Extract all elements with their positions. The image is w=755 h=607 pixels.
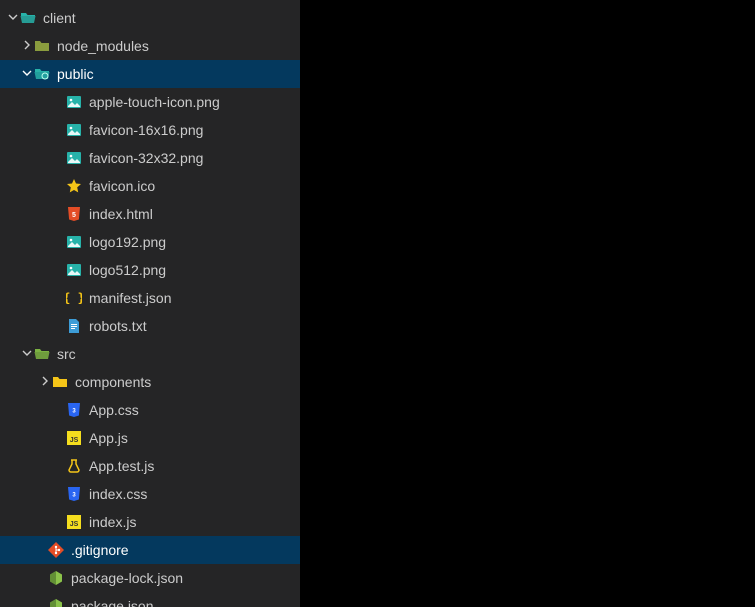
file-row-pub-l512[interactable]: logo512.png (0, 256, 300, 284)
file-row-pub-man[interactable]: { } manifest.json (0, 284, 300, 312)
file-row-pub-html[interactable]: 5 index.html (0, 200, 300, 228)
chevron-right-icon[interactable] (20, 40, 34, 53)
chevron-right-icon[interactable] (38, 376, 52, 389)
file-row-pub-l192[interactable]: logo192.png (0, 228, 300, 256)
file-row-indexcss[interactable]: 3 index.css (0, 480, 300, 508)
file-row-apptest[interactable]: App.test.js (0, 452, 300, 480)
folder-row-components[interactable]: components (0, 368, 300, 396)
file-label: package.json (71, 598, 300, 607)
file-row-pub-f16[interactable]: favicon-16x16.png (0, 116, 300, 144)
css-icon: 3 (66, 486, 82, 502)
file-label: index.css (89, 486, 300, 502)
svg-text:JS: JS (70, 521, 79, 528)
folder-row-node_modules[interactable]: node_modules (0, 32, 300, 60)
folder-open-blue-icon (20, 10, 36, 26)
svg-text:JS: JS (70, 437, 79, 444)
file-label: favicon-32x32.png (89, 150, 300, 166)
folder-nm-icon (34, 38, 50, 54)
file-row-indexjs[interactable]: JS index.js (0, 508, 300, 536)
file-row-pkg[interactable]: package.json (0, 592, 300, 607)
folder-label: src (57, 346, 300, 362)
folder-label: client (43, 10, 300, 26)
file-row-appcss[interactable]: 3 App.css (0, 396, 300, 424)
svg-text:5: 5 (72, 212, 76, 219)
file-row-gitignore[interactable]: .gitignore (0, 536, 300, 564)
file-row-appjs[interactable]: JS App.js (0, 424, 300, 452)
file-row-pkglock[interactable]: package-lock.json (0, 564, 300, 592)
js-icon: JS (66, 514, 82, 530)
file-label: favicon.ico (89, 178, 300, 194)
css-icon: 3 (66, 402, 82, 418)
folder-components-icon (52, 374, 68, 390)
file-label: index.html (89, 206, 300, 222)
folder-label: public (57, 66, 300, 82)
favicon-icon (66, 178, 82, 194)
nodejs-icon (48, 570, 64, 586)
file-label: apple-touch-icon.png (89, 94, 300, 110)
file-label: robots.txt (89, 318, 300, 334)
file-label: index.js (89, 514, 300, 530)
file-label: .gitignore (71, 542, 300, 558)
git-icon (48, 542, 64, 558)
folder-row-public[interactable]: public (0, 60, 300, 88)
js-icon: JS (66, 430, 82, 446)
editor-area (300, 0, 755, 607)
html5-icon: 5 (66, 206, 82, 222)
folder-label: node_modules (57, 38, 300, 54)
image-icon (66, 122, 82, 138)
folder-row-src[interactable]: src (0, 340, 300, 368)
file-label: App.test.js (89, 458, 300, 474)
test-icon (66, 458, 82, 474)
file-label: logo192.png (89, 234, 300, 250)
json-brace-icon: { } (66, 290, 82, 306)
chevron-down-icon[interactable] (6, 12, 20, 25)
svg-text:{ }: { } (66, 291, 82, 305)
file-row-pub-fav[interactable]: favicon.ico (0, 172, 300, 200)
image-icon (66, 150, 82, 166)
file-label: App.css (89, 402, 300, 418)
image-icon (66, 262, 82, 278)
chevron-down-icon[interactable] (20, 348, 34, 361)
image-icon (66, 94, 82, 110)
folder-row-client[interactable]: client (0, 4, 300, 32)
file-label: favicon-16x16.png (89, 122, 300, 138)
file-row-pub-rob[interactable]: robots.txt (0, 312, 300, 340)
file-explorer-sidebar[interactable]: client node_modulespublic apple-touch-icon… (0, 0, 300, 607)
chevron-down-icon[interactable] (20, 68, 34, 81)
nodejs-icon (48, 598, 64, 607)
file-row-pub-ati[interactable]: apple-touch-icon.png (0, 88, 300, 116)
folder-label: components (75, 374, 300, 390)
folder-open-globe-icon (34, 66, 50, 82)
file-label: App.js (89, 430, 300, 446)
file-label: logo512.png (89, 262, 300, 278)
image-icon (66, 234, 82, 250)
file-label: package-lock.json (71, 570, 300, 586)
folder-open-src-icon (34, 346, 50, 362)
file-row-pub-f32[interactable]: favicon-32x32.png (0, 144, 300, 172)
file-label: manifest.json (89, 290, 300, 306)
txt-icon (66, 318, 82, 334)
